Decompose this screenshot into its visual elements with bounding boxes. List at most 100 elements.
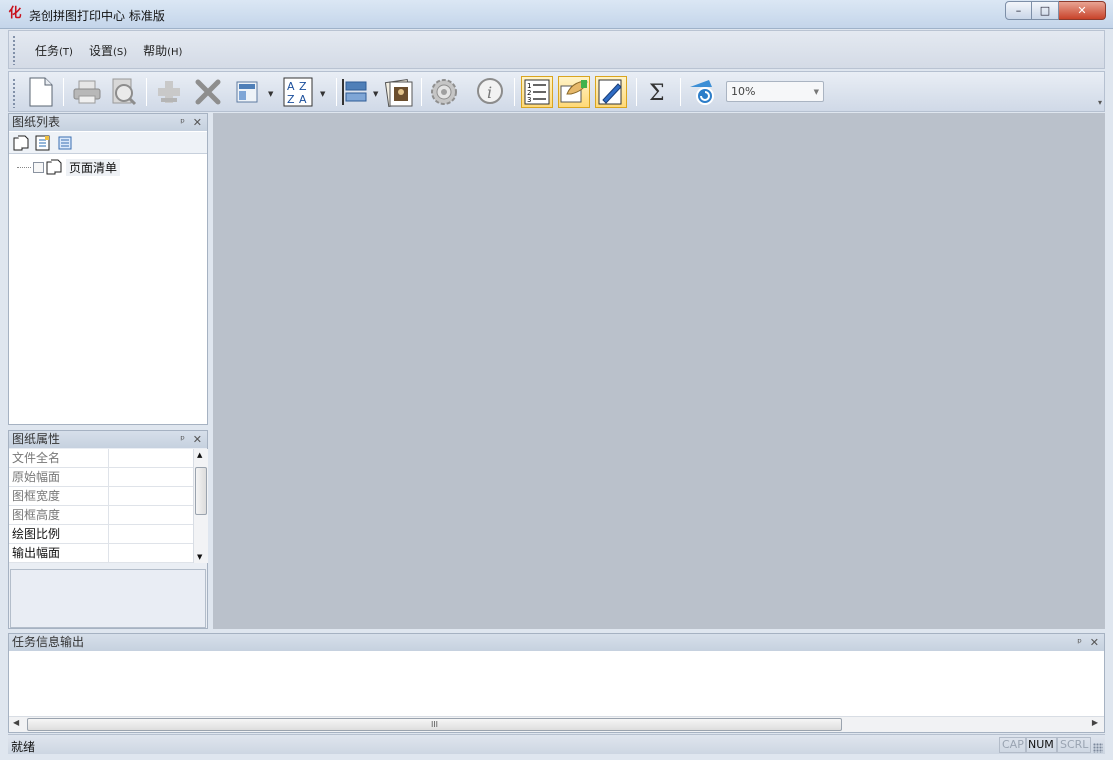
info-button[interactable]: i [474, 76, 506, 108]
main-toolbar: ▼ AZZA ▼ ▼ i 123 Σ 10% ▼ ▾ [8, 71, 1105, 112]
close-icon[interactable]: ✕ [1090, 634, 1099, 651]
resize-grip-icon[interactable] [1093, 743, 1103, 753]
property-value[interactable] [109, 487, 193, 505]
pin-icon[interactable]: ᵖ [180, 114, 185, 131]
scroll-right-icon[interactable]: ▶ [1092, 718, 1098, 727]
settings-gear-icon [431, 79, 457, 105]
sheet-properties-title: 图纸属性 [12, 432, 61, 446]
window-controls: – □ ✕ [1005, 1, 1106, 20]
maximize-button[interactable]: □ [1032, 1, 1059, 20]
page-icon [46, 159, 62, 175]
close-icon[interactable]: ✕ [193, 114, 202, 131]
stamp-toggle-button[interactable] [558, 76, 590, 108]
tree-connector [17, 166, 31, 168]
app-logo-icon: 化 [8, 6, 22, 21]
zoom-value: 10% [731, 85, 756, 98]
menu-settings-accel: (S) [112, 47, 128, 58]
print-preview-icon [112, 78, 137, 106]
refresh-button[interactable] [686, 76, 718, 108]
sheet-list-header: 图纸列表 ᵖ ✕ [9, 114, 207, 131]
svg-text:A: A [287, 80, 295, 93]
minimize-button[interactable]: – [1005, 1, 1032, 20]
pin-icon[interactable]: ᵖ [180, 431, 185, 448]
menu-task[interactable]: 任务(T) [35, 42, 73, 59]
tree-item-label: 页面清单 [66, 158, 121, 176]
property-value[interactable] [109, 544, 193, 562]
property-value[interactable] [109, 525, 193, 543]
toolbar-grip-handle[interactable] [12, 78, 16, 108]
pages-icon[interactable] [13, 135, 29, 151]
property-value[interactable] [109, 468, 193, 486]
zoom-select[interactable]: 10% ▼ [726, 81, 824, 102]
title-bar[interactable]: 化 尧创拼图打印中心 标准版 – □ ✕ [0, 0, 1113, 29]
sheet-properties-panel: 图纸属性 ᵖ ✕ 文件全名 原始幅面 图框宽度 图框高度 绘图比例 输出幅面 ▲… [8, 430, 208, 629]
property-name: 图框高度 [9, 506, 109, 524]
sum-button[interactable]: Σ [642, 76, 674, 108]
caps-lock-indicator: CAP [999, 737, 1027, 753]
new-document-button[interactable] [25, 76, 57, 108]
layout-dropdown-arrow-icon[interactable]: ▼ [268, 90, 273, 98]
property-description-box [10, 569, 206, 628]
pin-icon[interactable]: ᵖ [1077, 634, 1082, 651]
new-document-icon [29, 77, 53, 107]
scrollbar-thumb[interactable]: III [27, 718, 842, 731]
menu-help-label: 帮助 [143, 44, 168, 58]
gallery-button[interactable] [383, 76, 415, 108]
status-text: 就绪 [11, 740, 36, 754]
edit-toggle-button[interactable] [595, 76, 627, 108]
property-row[interactable]: 绘图比例 [9, 525, 193, 544]
details-view-icon[interactable] [57, 135, 73, 151]
close-button[interactable]: ✕ [1059, 1, 1106, 20]
align-button[interactable] [339, 76, 371, 108]
layout-button[interactable] [231, 76, 263, 108]
print-preview-button[interactable] [107, 76, 139, 108]
sum-icon: Σ [649, 81, 665, 105]
delete-button[interactable] [192, 76, 224, 108]
page-list-toggle-button[interactable]: 123 [521, 76, 553, 108]
print-button[interactable] [71, 76, 103, 108]
menu-help[interactable]: 帮助(H) [143, 42, 182, 59]
svg-text:Z: Z [287, 93, 295, 106]
sort-button[interactable]: AZZA [282, 76, 314, 108]
task-output-panel: 任务信息输出 ᵖ ✕ ◀ III ▶ [8, 633, 1105, 733]
document-list-icon[interactable] [35, 135, 51, 151]
property-row[interactable]: 输出幅面 [9, 544, 193, 563]
svg-text:A: A [299, 93, 307, 106]
window-title: 尧创拼图打印中心 标准版 [29, 9, 165, 23]
sort-az-icon: AZZA [283, 77, 313, 107]
property-scrollbar[interactable]: ▲ ▼ [193, 449, 208, 563]
tree-checkbox[interactable] [33, 161, 44, 173]
close-icon[interactable]: ✕ [193, 431, 202, 448]
menu-task-accel: (T) [59, 47, 73, 58]
settings-button[interactable] [428, 76, 460, 108]
property-grid: 文件全名 原始幅面 图框宽度 图框高度 绘图比例 输出幅面 [9, 449, 193, 563]
property-row[interactable]: 图框高度 [9, 506, 193, 525]
scroll-down-icon[interactable]: ▼ [197, 553, 202, 561]
property-row[interactable]: 图框宽度 [9, 487, 193, 506]
property-name: 输出幅面 [9, 544, 109, 562]
output-horizontal-scrollbar[interactable]: ◀ III ▶ [9, 716, 1104, 732]
edit-pen-icon [598, 79, 622, 105]
property-value[interactable] [109, 449, 193, 467]
scroll-left-icon[interactable]: ◀ [13, 718, 19, 727]
menubar-grip-handle[interactable] [12, 35, 16, 65]
property-value[interactable] [109, 506, 193, 524]
tree-item-page-list[interactable]: 页面清单 [17, 158, 121, 176]
svg-text:Z: Z [299, 80, 307, 93]
scrollbar-thumb[interactable] [195, 467, 207, 515]
toolbar-overflow-icon[interactable]: ▾ [1098, 98, 1102, 107]
scroll-up-icon[interactable]: ▲ [197, 451, 202, 459]
property-row[interactable]: 文件全名 [9, 449, 193, 468]
workspace-canvas[interactable] [213, 113, 1105, 629]
task-output-header: 任务信息输出 ᵖ ✕ [9, 634, 1104, 651]
align-dropdown-arrow-icon[interactable]: ▼ [373, 90, 378, 98]
menu-settings[interactable]: 设置(S) [89, 42, 127, 59]
align-icon [342, 79, 367, 105]
menu-help-accel: (H) [167, 47, 183, 58]
property-row[interactable]: 原始幅面 [9, 468, 193, 487]
sort-dropdown-arrow-icon[interactable]: ▼ [320, 90, 325, 98]
chevron-down-icon: ▼ [813, 88, 819, 96]
add-button[interactable] [153, 76, 185, 108]
property-name: 文件全名 [9, 449, 109, 467]
scroll-lock-indicator: SCRL [1057, 737, 1092, 753]
